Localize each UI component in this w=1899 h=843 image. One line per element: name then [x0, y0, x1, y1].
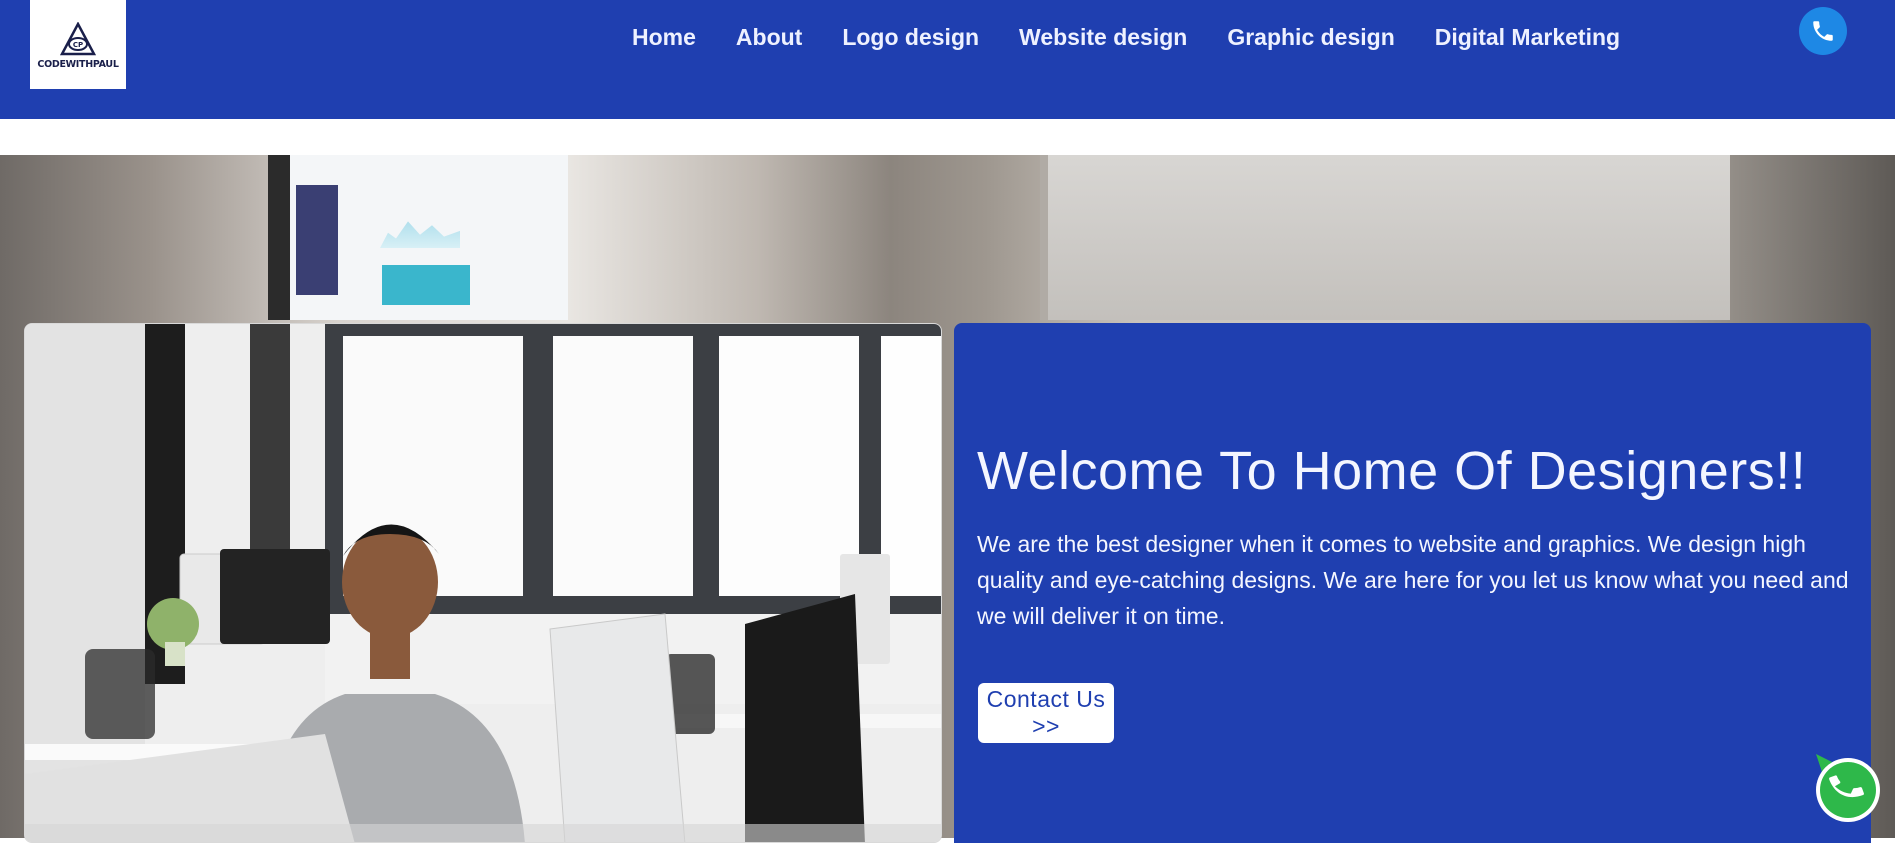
nav-item-digital-marketing[interactable]: Digital Marketing [1435, 24, 1620, 51]
nav-item-about[interactable]: About [736, 24, 802, 51]
main-nav: Home About Logo design Website design Gr… [632, 24, 1620, 51]
site-header: CP CODEWITHPAUL Home About Logo design W… [0, 0, 1895, 119]
phone-icon [1813, 21, 1833, 41]
whatsapp-call-button[interactable] [1810, 752, 1882, 824]
welcome-title: Welcome To Home Of Designers!! [977, 441, 1807, 501]
hero-photo [24, 323, 942, 843]
hero-background-window [1040, 155, 1730, 320]
contact-us-button[interactable]: Contact Us >> [978, 683, 1114, 743]
nav-item-graphic-design[interactable]: Graphic design [1227, 24, 1394, 51]
logo-emblem-icon: CP [59, 21, 97, 55]
nav-item-logo-design[interactable]: Logo design [842, 24, 979, 51]
nav-item-home[interactable]: Home [632, 24, 696, 51]
svg-text:CP: CP [73, 41, 83, 49]
welcome-card: Welcome To Home Of Designers!! We are th… [954, 323, 1871, 843]
nav-item-website-design[interactable]: Website design [1019, 24, 1187, 51]
logo-text: CODEWITHPAUL [37, 58, 119, 70]
brand-logo[interactable]: CP CODEWITHPAUL [30, 0, 126, 89]
hero-background-whiteboard [268, 155, 568, 320]
welcome-description: We are the best designer when it comes t… [977, 531, 1849, 629]
phone-button[interactable] [1799, 7, 1847, 55]
office-photo-illustration [25, 324, 941, 842]
whatsapp-call-icon [1816, 754, 1880, 822]
